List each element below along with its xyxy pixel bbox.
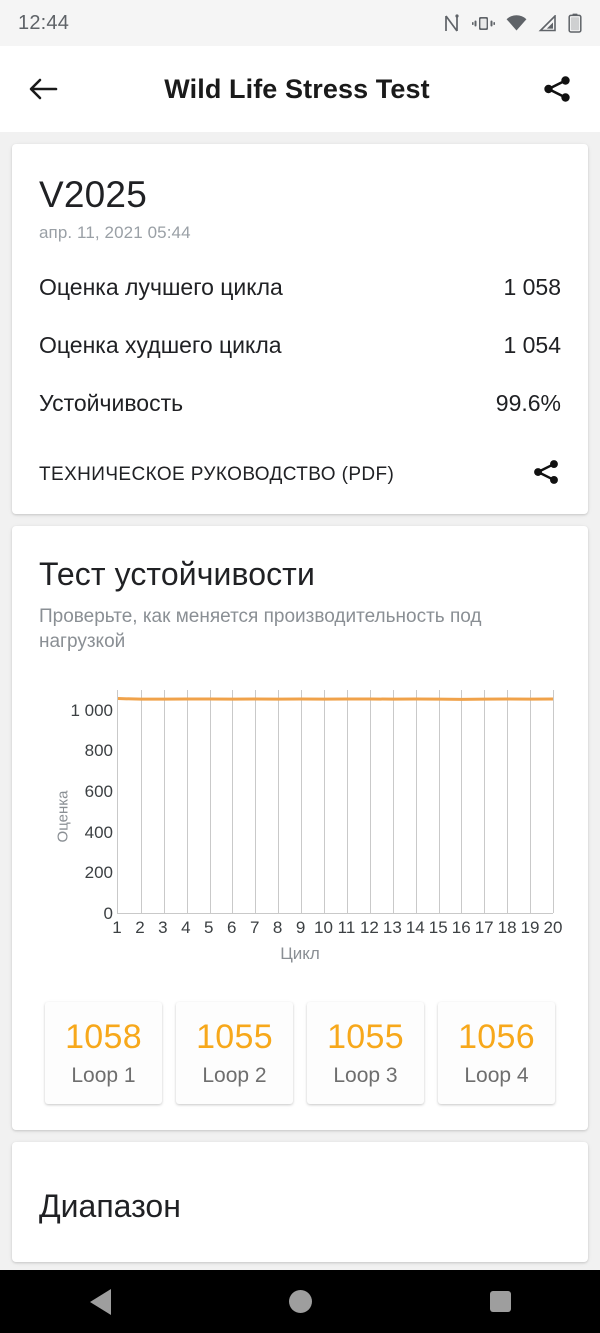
chart-x-tick: 8 bbox=[272, 918, 283, 938]
stress-test-subtitle: Проверьте, как меняется производительнос… bbox=[39, 606, 482, 653]
loop-label: Loop 3 bbox=[333, 1064, 398, 1088]
chart-x-tick: 15 bbox=[428, 918, 448, 938]
summary-card: V2025 апр. 11, 2021 05:44 Оценка лучшего… bbox=[12, 144, 588, 514]
chart-gridline bbox=[553, 690, 554, 914]
chart-x-tick: 9 bbox=[295, 918, 306, 938]
nav-back-button[interactable] bbox=[60, 1270, 140, 1333]
loop-label: Loop 1 bbox=[71, 1064, 136, 1088]
chart-x-tick: 2 bbox=[135, 918, 145, 938]
battery-icon bbox=[568, 13, 582, 33]
loop-score: 1056 bbox=[458, 1018, 535, 1057]
score-row-best: Оценка лучшего цикла 1 058 bbox=[39, 274, 561, 301]
nav-home-button[interactable] bbox=[260, 1270, 340, 1333]
score-value-worst: 1 054 bbox=[503, 332, 561, 358]
signal-icon bbox=[538, 14, 557, 32]
nfc-icon bbox=[444, 13, 461, 33]
chart-x-tick: 11 bbox=[337, 918, 356, 938]
chart-x-tick: 3 bbox=[158, 918, 168, 938]
chart-x-tick: 7 bbox=[249, 918, 260, 938]
status-bar-clock: 12:44 bbox=[18, 11, 70, 34]
score-row-worst: Оценка худшего цикла 1 054 bbox=[39, 332, 561, 359]
chart-y-ticks: 0 200 400 600 800 1 000 bbox=[55, 690, 113, 924]
chart-y-tick: 200 bbox=[84, 863, 113, 883]
scroll-content[interactable]: V2025 апр. 11, 2021 05:44 Оценка лучшего… bbox=[0, 144, 600, 1263]
stress-chart: Оценка 0 200 400 600 800 1 000 1 2 3 4 5 6 7 8 9 10 11 1… bbox=[39, 690, 562, 980]
android-nav-bar bbox=[0, 1270, 600, 1333]
loop-label: Loop 2 bbox=[202, 1064, 267, 1088]
status-bar-icons bbox=[444, 13, 582, 33]
score-label-stability: Устойчивость bbox=[39, 390, 184, 416]
wifi-icon bbox=[506, 14, 527, 32]
technical-guide-label: ТЕХНИЧЕСКОЕ РУКОВОДСТВО (PDF) bbox=[39, 463, 395, 485]
range-card: Диапазон bbox=[12, 1142, 588, 1263]
vibrate-icon bbox=[472, 14, 495, 33]
chart-x-tick: 16 bbox=[451, 918, 471, 938]
chart-x-tick: 10 bbox=[314, 918, 333, 938]
chart-y-tick: 800 bbox=[84, 741, 113, 761]
share-icon bbox=[544, 76, 570, 102]
score-label-worst: Оценка худшего цикла bbox=[39, 332, 282, 358]
chart-y-tick: 600 bbox=[84, 781, 113, 801]
chart-y-tick: 1 000 bbox=[70, 700, 113, 720]
status-bar: 12:44 bbox=[0, 0, 600, 46]
chart-x-tick: 1 bbox=[112, 918, 122, 938]
loop-box: 1055 Loop 2 bbox=[176, 1002, 293, 1105]
chart-x-tick: 12 bbox=[359, 918, 379, 938]
loop-box: 1055 Loop 3 bbox=[307, 1002, 424, 1105]
score-row-stability: Устойчивость 99.6% bbox=[39, 390, 561, 417]
loop-score: 1055 bbox=[196, 1018, 273, 1057]
score-value-best: 1 058 bbox=[503, 274, 561, 300]
chart-y-tick: 400 bbox=[84, 822, 113, 842]
chart-x-tick: 5 bbox=[204, 918, 214, 938]
chart-x-tick: 4 bbox=[181, 918, 191, 938]
chart-x-tick: 19 bbox=[520, 918, 540, 938]
chart-x-tick: 18 bbox=[497, 918, 517, 938]
score-label-best: Оценка лучшего цикла bbox=[39, 274, 283, 300]
loop-score: 1058 bbox=[65, 1018, 142, 1057]
result-version: V2025 bbox=[39, 174, 147, 215]
page-title: Wild Life Stress Test bbox=[164, 73, 430, 104]
result-date: апр. 11, 2021 05:44 bbox=[39, 223, 191, 242]
loop-label: Loop 4 bbox=[464, 1064, 529, 1088]
back-triangle-icon bbox=[89, 1288, 111, 1315]
share-icon bbox=[534, 460, 558, 484]
phone-screen: 12:44 Wild Life Stress Test V2025 апр. 1… bbox=[0, 0, 600, 1333]
back-arrow-icon bbox=[29, 78, 58, 100]
chart-x-tick: 17 bbox=[474, 918, 494, 938]
app-bar: Wild Life Stress Test bbox=[0, 46, 600, 132]
chart-x-tick: 20 bbox=[543, 918, 563, 938]
share-pdf-button[interactable] bbox=[531, 457, 561, 492]
stress-test-title: Тест устойчивости bbox=[39, 556, 315, 592]
chart-x-tick: 14 bbox=[405, 918, 425, 938]
nav-recents-button[interactable] bbox=[460, 1270, 540, 1333]
share-button[interactable] bbox=[534, 66, 580, 112]
recents-square-icon bbox=[489, 1291, 511, 1312]
loop-box: 1056 Loop 4 bbox=[438, 1002, 555, 1105]
chart-x-tick: 6 bbox=[227, 918, 237, 938]
range-card-title: Диапазон bbox=[39, 1188, 181, 1225]
stress-test-card: Тест устойчивости Проверьте, как меняетс… bbox=[12, 526, 588, 1131]
home-circle-icon bbox=[288, 1290, 312, 1313]
technical-guide-row[interactable]: ТЕХНИЧЕСКОЕ РУКОВОДСТВО (PDF) bbox=[39, 457, 561, 492]
loop-score: 1055 bbox=[327, 1018, 404, 1057]
chart-x-axis-label: Цикл bbox=[280, 944, 320, 964]
chart-x-ticks: 1 2 3 4 5 6 7 8 9 10 11 12 13 14 15 16 17 18 19 20 bbox=[112, 916, 562, 942]
loop-box: 1058 Loop 1 bbox=[45, 1002, 162, 1105]
score-value-stability: 99.6% bbox=[495, 390, 561, 416]
loop-score-list: 1058 Loop 1 1055 Loop 2 1055 Loop 3 1056… bbox=[39, 1002, 561, 1105]
chart-x-tick: 13 bbox=[382, 918, 402, 938]
chart-series-line bbox=[118, 690, 553, 914]
chart-plot-area bbox=[117, 690, 554, 915]
